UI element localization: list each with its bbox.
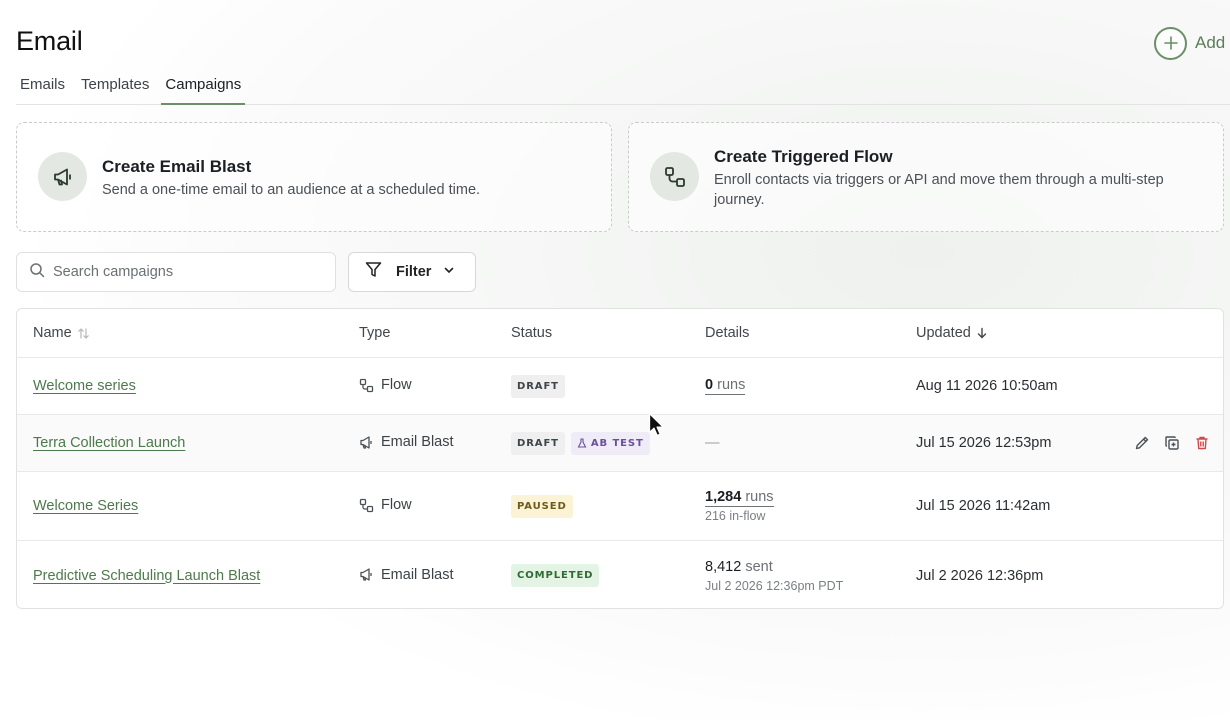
table-row[interactable]: Terra Collection Launch Email Blast DRAF… <box>17 415 1223 472</box>
status-badge: DRAFT <box>511 374 565 398</box>
table-row[interactable]: Predictive Scheduling Launch Blast Email… <box>17 541 1223 608</box>
details-value[interactable]: 1,284 runs <box>705 489 774 507</box>
filter-label: Filter <box>396 264 432 280</box>
tab-templates[interactable]: Templates <box>81 74 149 105</box>
add-button[interactable]: Add <box>1154 26 1225 60</box>
create-triggered-flow-card[interactable]: Create Triggered Flow Enroll contacts vi… <box>628 122 1224 232</box>
campaign-type: Flow <box>381 497 412 513</box>
filter-icon <box>365 261 382 283</box>
ab-test-label: AB TEST <box>590 437 644 449</box>
campaign-name-link[interactable]: Predictive Scheduling Launch Blast <box>33 568 260 584</box>
status-badge: DRAFT <box>511 431 565 455</box>
flow-icon <box>650 152 699 201</box>
megaphone-icon <box>359 567 374 582</box>
tab-emails[interactable]: Emails <box>20 74 65 105</box>
search-icon <box>29 262 45 283</box>
add-button-label: Add <box>1195 33 1226 52</box>
status-badge: PAUSED <box>511 494 573 518</box>
column-header-type: Type <box>359 325 391 341</box>
updated-timestamp: Jul 15 2026 12:53pm <box>916 435 1052 451</box>
tab-campaigns[interactable]: Campaigns <box>161 74 246 105</box>
header-label: Name <box>33 325 72 341</box>
details-subtext: Jul 2 2026 12:36pm PDT <box>705 578 844 593</box>
campaign-type: Email Blast <box>381 566 454 583</box>
column-header-status: Status <box>511 325 553 341</box>
card-title: Create Email Blast <box>102 157 252 176</box>
details-value: 8,412 sent <box>705 558 773 575</box>
search-input[interactable] <box>53 264 313 280</box>
duplicate-icon[interactable] <box>1163 434 1181 452</box>
table-row[interactable]: Welcome series Flow DRAFT 0 runs Aug 11 … <box>17 358 1223 415</box>
flask-icon <box>577 438 587 448</box>
search-box <box>16 252 336 292</box>
create-email-blast-card[interactable]: Create Email Blast Send a one-time email… <box>16 122 612 232</box>
column-header-name[interactable]: Name <box>33 309 90 357</box>
updated-timestamp: Jul 15 2026 11:42am <box>916 498 1051 514</box>
details-subtext: 216 in-flow <box>705 509 766 523</box>
column-header-updated[interactable]: Updated <box>916 309 988 357</box>
flow-icon <box>359 498 374 513</box>
column-header-details: Details <box>705 325 750 341</box>
card-description: Send a one-time email to an audience at … <box>102 182 481 198</box>
header-label: Updated <box>916 325 971 341</box>
mouse-cursor-icon <box>648 412 666 443</box>
megaphone-icon <box>38 152 87 201</box>
campaigns-table: Name Type Status Details Updated Welcome… <box>16 308 1224 609</box>
sort-icon <box>77 327 90 340</box>
table-row[interactable]: Welcome Series Flow PAUSED 1,284 runs 21… <box>17 472 1223 541</box>
details-value[interactable]: 0 runs <box>705 377 746 395</box>
filter-button[interactable]: Filter <box>348 252 476 292</box>
trash-icon[interactable] <box>1193 434 1211 452</box>
status-badge: COMPLETED <box>511 564 600 587</box>
campaign-name-link[interactable]: Welcome series <box>33 378 136 394</box>
table-header-row: Name Type Status Details Updated <box>17 309 1223 358</box>
page-title: Email <box>16 26 83 56</box>
megaphone-icon <box>359 435 374 450</box>
ab-test-badge: AB TEST <box>570 431 650 455</box>
plus-icon <box>1154 26 1187 60</box>
card-title: Create Triggered Flow <box>714 147 893 166</box>
card-description: Enroll contacts via triggers or API and … <box>714 172 1164 208</box>
edit-icon[interactable] <box>1133 434 1151 452</box>
details-empty: — <box>705 435 720 451</box>
updated-timestamp: Aug 11 2026 10:50am <box>916 378 1058 394</box>
campaign-type: Flow <box>381 377 412 393</box>
updated-timestamp: Jul 2 2026 12:36pm <box>916 567 1044 584</box>
flow-icon <box>359 378 374 393</box>
arrow-down-icon <box>976 327 988 339</box>
campaign-type: Email Blast <box>381 434 454 450</box>
campaign-name-link[interactable]: Welcome Series <box>33 498 138 514</box>
tab-bar: Emails Templates Campaigns <box>16 74 1230 105</box>
chevron-down-icon <box>443 263 455 281</box>
campaign-name-link[interactable]: Terra Collection Launch <box>33 435 185 451</box>
